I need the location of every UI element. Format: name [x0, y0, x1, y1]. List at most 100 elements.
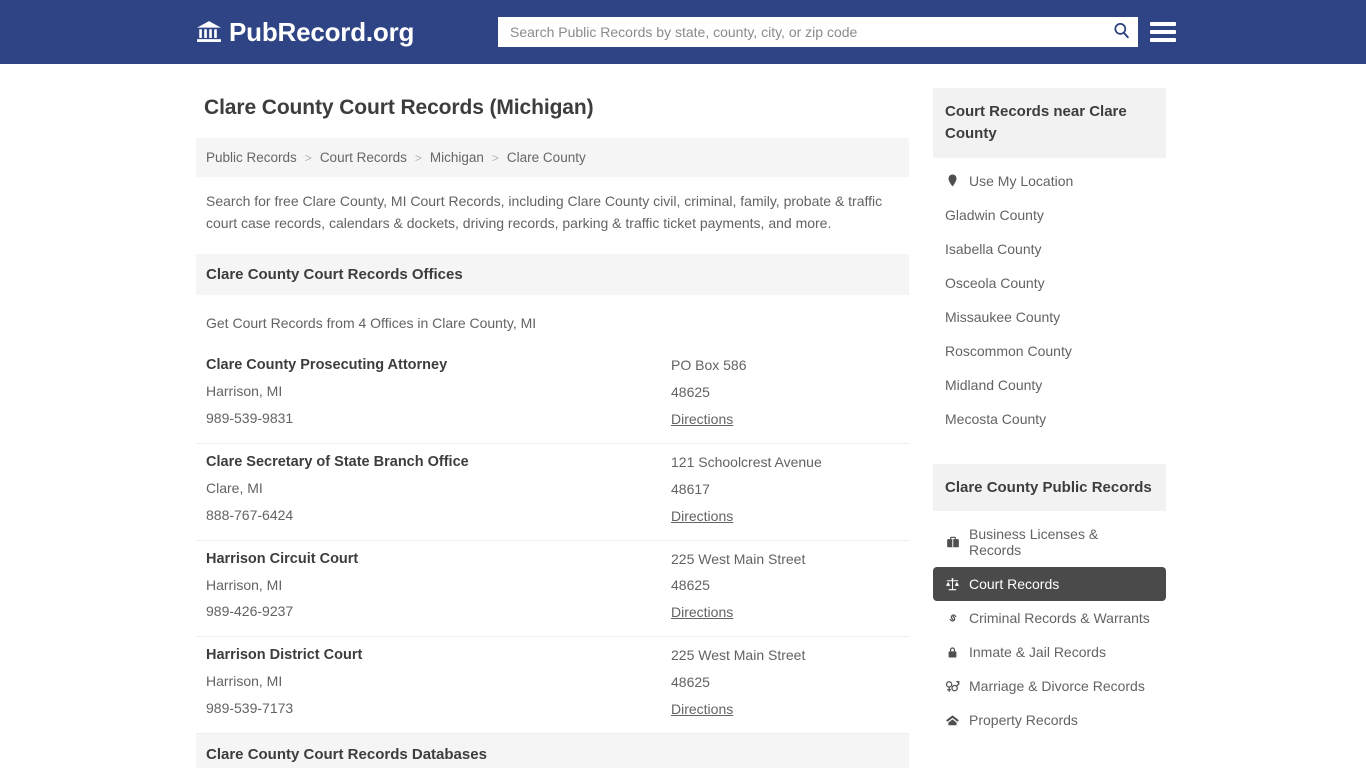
office-address: 225 West Main Street — [671, 550, 806, 567]
search-input[interactable] — [498, 17, 1104, 47]
nearby-county-list: Use My Location Gladwin County Isabella … — [933, 158, 1166, 446]
sidebar-item-isabella-county[interactable]: Isabella County — [933, 232, 1166, 266]
sidebar-item-label: Isabella County — [945, 240, 1042, 257]
sidebar-item-inmate-jail-records[interactable]: Inmate & Jail Records — [933, 635, 1166, 669]
sidebar-item-business-licenses[interactable]: Business Licenses & Records — [933, 517, 1166, 567]
sidebar-item-label: Missaukee County — [945, 308, 1061, 325]
sidebar-item-mecosta-county[interactable]: Mecosta County — [933, 402, 1166, 436]
sidebar-item-label: Mecosta County — [945, 410, 1047, 427]
search-icon — [1112, 21, 1131, 43]
office-right-column: 225 West Main Street 48625 Directions — [671, 551, 899, 623]
databases-section-heading: Clare County Court Records Databases — [196, 733, 909, 768]
office-zip: 48625 — [671, 673, 710, 690]
public-records-list: Business Licenses & Records Court Record… — [933, 511, 1166, 747]
sidebar-item-roscommon-county[interactable]: Roscommon County — [933, 334, 1166, 368]
breadcrumb-item-public-records[interactable]: Public Records — [206, 150, 297, 165]
breadcrumb: Public Records > Court Records > Michiga… — [196, 138, 909, 177]
map-pin-icon — [945, 173, 960, 188]
breadcrumb-item-clare-county[interactable]: Clare County — [507, 150, 586, 165]
venus-mars-icon — [945, 679, 960, 694]
office-right-column: PO Box 586 48625 Directions — [671, 357, 899, 429]
office-zip: 48617 — [671, 480, 710, 497]
directions-link[interactable]: Directions — [671, 701, 733, 717]
sidebar-item-criminal-records[interactable]: Criminal Records & Warrants — [933, 601, 1166, 635]
office-row: Harrison District Court Harrison, MI 989… — [196, 637, 909, 734]
directions-link[interactable]: Directions — [671, 604, 733, 620]
offices-section-heading: Clare County Court Records Offices — [196, 254, 909, 296]
office-zip: 48625 — [671, 384, 710, 401]
site-logo[interactable]: PubRecord.org — [196, 19, 414, 45]
office-right-column: 225 West Main Street 48625 Directions — [671, 647, 899, 719]
office-row: Clare County Prosecuting Attorney Harris… — [196, 347, 909, 444]
office-row: Harrison Circuit Court Harrison, MI 989-… — [196, 541, 909, 638]
breadcrumb-item-court-records[interactable]: Court Records — [320, 150, 407, 165]
sidebar-item-court-records[interactable]: Court Records — [933, 567, 1166, 602]
sidebar-item-label: Roscommon County — [945, 342, 1072, 359]
sidebar-item-label: Court Records — [969, 576, 1060, 593]
scales-of-justice-icon — [945, 577, 960, 592]
intro-paragraph: Search for free Clare County, MI Court R… — [206, 193, 883, 231]
list-item: Roscommon County — [933, 334, 1166, 368]
hamburger-menu-button[interactable] — [1150, 20, 1176, 44]
list-item: Isabella County — [933, 232, 1166, 266]
office-address: 121 Schoolcrest Avenue — [671, 453, 822, 470]
sidebar-item-midland-county[interactable]: Midland County — [933, 368, 1166, 402]
search-bar — [498, 17, 1138, 47]
office-zip: 48625 — [671, 577, 710, 594]
lock-icon — [945, 645, 960, 660]
office-left-column: Clare Secretary of State Branch Office C… — [206, 454, 671, 526]
office-name-link[interactable]: Clare County Prosecuting Attorney — [206, 357, 671, 373]
offices-section-subtext: Get Court Records from 4 Offices in Clar… — [206, 315, 537, 332]
sidebar-item-marriage-divorce-records[interactable]: Marriage & Divorce Records — [933, 669, 1166, 703]
sidebar-item-use-my-location[interactable]: Use My Location — [933, 164, 1166, 198]
public-records-section-heading: Clare County Public Records — [933, 463, 1166, 512]
office-phone: 989-539-7173 — [206, 699, 294, 716]
sidebar: Court Records near Clare County Use My L… — [933, 88, 1166, 747]
sidebar-item-label: Property Records — [969, 712, 1078, 729]
sidebar-item-missaukee-county[interactable]: Missaukee County — [933, 300, 1166, 334]
list-item: Marriage & Divorce Records — [933, 669, 1166, 703]
office-name-link[interactable]: Clare Secretary of State Branch Office — [206, 454, 671, 470]
sidebar-item-osceola-county[interactable]: Osceola County — [933, 266, 1166, 300]
office-left-column: Clare County Prosecuting Attorney Harris… — [206, 357, 671, 429]
office-city-state: Clare, MI — [206, 479, 263, 496]
nearby-section-heading: Court Records near Clare County — [933, 88, 1166, 158]
list-item: Criminal Records & Warrants — [933, 601, 1166, 635]
office-name-link[interactable]: Harrison District Court — [206, 647, 671, 663]
breadcrumb-item-michigan[interactable]: Michigan — [430, 150, 484, 165]
office-phone: 989-426-9237 — [206, 603, 294, 620]
list-item: Missaukee County — [933, 300, 1166, 334]
list-item: Property Records — [933, 703, 1166, 737]
handcuffs-icon — [945, 611, 960, 626]
search-button[interactable] — [1104, 17, 1138, 47]
hamburger-menu-icon-bar — [1150, 22, 1176, 26]
office-phone: 989-539-9831 — [206, 410, 294, 427]
list-item: Court Records — [933, 567, 1166, 602]
breadcrumb-separator: > — [304, 150, 312, 165]
sidebar-item-gladwin-county[interactable]: Gladwin County — [933, 198, 1166, 232]
bank-building-icon — [196, 19, 222, 45]
breadcrumb-separator: > — [414, 150, 422, 165]
site-logo-text: PubRecord.org — [229, 17, 415, 47]
directions-link[interactable]: Directions — [671, 508, 733, 524]
office-city-state: Harrison, MI — [206, 383, 283, 400]
sidebar-item-label: Use My Location — [969, 172, 1074, 189]
sidebar-item-label: Osceola County — [945, 274, 1045, 291]
office-city-state: Harrison, MI — [206, 673, 283, 690]
sidebar-item-label: Inmate & Jail Records — [969, 644, 1106, 661]
sidebar-item-property-records[interactable]: Property Records — [933, 703, 1166, 737]
list-item: Inmate & Jail Records — [933, 635, 1166, 669]
briefcase-icon — [945, 535, 960, 550]
office-left-column: Harrison Circuit Court Harrison, MI 989-… — [206, 551, 671, 623]
office-name-link[interactable]: Harrison Circuit Court — [206, 551, 671, 567]
hamburger-menu-icon-bar — [1150, 30, 1176, 34]
sidebar-item-label: Business Licenses & Records — [969, 526, 1099, 559]
office-row: Clare Secretary of State Branch Office C… — [196, 444, 909, 541]
breadcrumb-separator: > — [491, 150, 499, 165]
office-right-column: 121 Schoolcrest Avenue 48617 Directions — [671, 454, 899, 526]
office-address: 225 West Main Street — [671, 647, 806, 664]
list-item: Gladwin County — [933, 198, 1166, 232]
directions-link[interactable]: Directions — [671, 411, 733, 427]
list-item: Business Licenses & Records — [933, 517, 1166, 567]
